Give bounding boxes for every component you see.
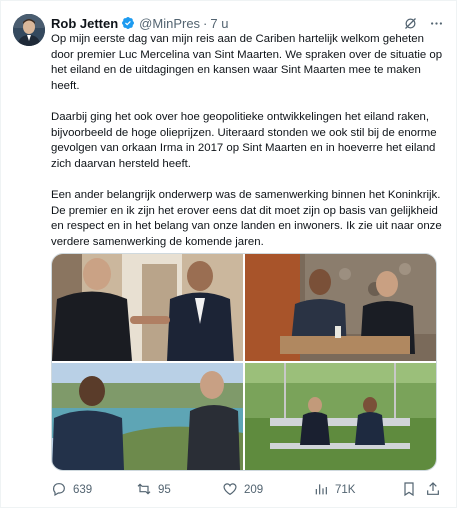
views-button[interactable]: 71K [313, 481, 355, 500]
tweet-actions: 639 95 209 71K [51, 479, 441, 501]
views-count: 71K [335, 484, 356, 496]
author-handle[interactable]: @MinPres [139, 16, 200, 31]
photo-bay-view[interactable] [52, 363, 243, 470]
share-button[interactable] [425, 481, 441, 500]
grok-icon[interactable] [402, 15, 418, 31]
tweet-paragraph: Op mijn eerste dag van mijn reis aan de … [51, 33, 443, 92]
bookmark-icon [401, 481, 417, 500]
photo-seated-meeting[interactable] [245, 254, 436, 361]
tweet-paragraph: Een ander belangrijk onderwerp was de sa… [51, 188, 442, 248]
photo-chairlift[interactable] [245, 363, 436, 470]
timestamp[interactable]: 7 u [210, 16, 228, 31]
repost-button[interactable]: 95 [136, 481, 171, 500]
avatar[interactable] [13, 14, 45, 46]
tweet-paragraph: Daarbij ging het ook over hoe geopolitie… [51, 110, 437, 170]
tweet-text: Op mijn eerste dag van mijn reis aan de … [51, 32, 445, 250]
repost-icon [136, 481, 152, 500]
separator-dot: · [203, 15, 208, 31]
tweet-card[interactable]: Rob Jetten @MinPres · 7 u Op mijn eerste… [0, 0, 457, 508]
repost-count: 95 [158, 484, 171, 496]
like-count: 209 [244, 484, 264, 496]
author-name[interactable]: Rob Jetten [51, 16, 118, 31]
like-icon [222, 481, 238, 500]
share-icon [425, 481, 441, 500]
header-actions [402, 15, 444, 31]
more-icon[interactable] [428, 15, 444, 31]
bookmark-button[interactable] [401, 481, 417, 500]
verified-badge-icon [121, 16, 135, 30]
photo-handshake-doorway[interactable] [52, 254, 243, 361]
media-grid [51, 253, 437, 471]
reply-icon [51, 481, 67, 500]
reply-button[interactable]: 639 [51, 481, 92, 500]
reply-count: 639 [73, 484, 93, 496]
tweet-header: Rob Jetten @MinPres · 7 u [51, 14, 444, 32]
like-button[interactable]: 209 [222, 481, 263, 500]
views-icon [313, 481, 329, 500]
